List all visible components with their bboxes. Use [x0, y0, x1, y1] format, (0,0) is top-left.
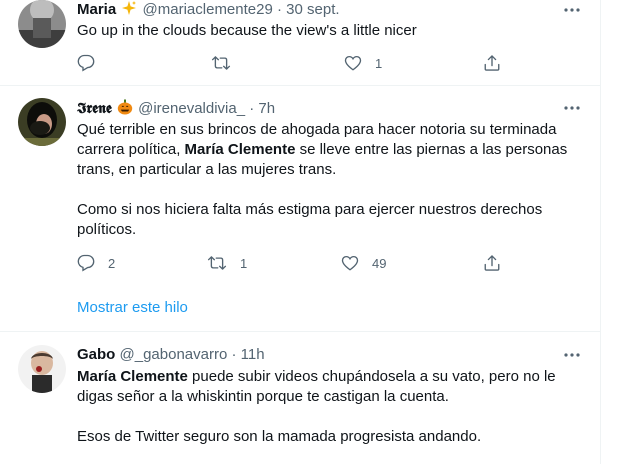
share-icon: [483, 54, 501, 72]
reply-icon: [77, 254, 95, 272]
tweet-text: Go up in the clouds because the view's a…: [77, 22, 417, 39]
like-count: 49: [372, 255, 387, 271]
tweet-actions: 1: [77, 53, 507, 73]
heart-icon: [341, 254, 359, 272]
avatar-irene[interactable]: [18, 98, 66, 146]
like-button[interactable]: 1: [344, 53, 382, 73]
sparkles-icon: [120, 0, 138, 20]
display-name[interactable]: 𝕴𝖗𝖊𝖓𝖊: [77, 99, 112, 117]
reply-button[interactable]: 2: [77, 253, 115, 273]
tweet-divider: [0, 85, 600, 86]
mention-bold: María Clemente: [77, 368, 188, 385]
like-button[interactable]: 49: [341, 253, 386, 273]
jack-o-lantern-icon: [116, 99, 134, 119]
timestamp[interactable]: 30 sept.: [286, 1, 339, 18]
share-button[interactable]: [483, 53, 501, 73]
separator-dot: ·: [249, 100, 255, 117]
separator-dot: ·: [277, 1, 282, 18]
tweet-divider: [0, 331, 600, 332]
tweet-text-paragraph-1: Qué terrible en sus brincos de ahogada p…: [77, 120, 577, 180]
display-name[interactable]: Gabo: [77, 346, 115, 363]
tweet-header: Gabo @_gabonavarro · 11h: [77, 345, 265, 365]
reply-icon: [77, 54, 95, 72]
share-button[interactable]: [483, 253, 501, 273]
timestamp[interactable]: 11h: [241, 346, 265, 363]
tweet-header: Maria @mariaclemente29 · 30 sept.: [77, 0, 340, 20]
sidebar-gutter: [601, 0, 637, 464]
tweet-text-paragraph-2: Esos de Twitter seguro son la mamada pro…: [77, 428, 482, 445]
tweet-actions: 2 1 49: [77, 253, 507, 273]
like-count: 1: [375, 55, 383, 71]
timestamp[interactable]: 7h: [258, 100, 275, 117]
more-icon[interactable]: [561, 98, 583, 118]
tweet-text-paragraph-2: Como si nos hiciera falta más estigma pa…: [77, 201, 543, 238]
retweet-icon: [207, 254, 227, 272]
user-handle[interactable]: @mariaclemente29: [143, 1, 273, 18]
user-handle[interactable]: @irenevaldivia_: [138, 100, 245, 117]
retweet-count: 1: [240, 255, 248, 271]
display-name[interactable]: Maria: [77, 1, 116, 18]
tweet-header: 𝕴𝖗𝖊𝖓𝖊 @irenevaldivia_ · 7h: [77, 98, 275, 118]
retweet-button[interactable]: 1: [207, 253, 247, 273]
avatar-maria[interactable]: [18, 0, 66, 48]
tweet-text-paragraph-1: María Clemente puede subir videos chupán…: [77, 367, 577, 407]
show-thread-link[interactable]: Mostrar este hilo: [77, 298, 188, 318]
mention-bold: María Clemente: [184, 141, 296, 158]
retweet-button[interactable]: [211, 53, 244, 73]
reply-button[interactable]: [77, 53, 108, 73]
heart-icon: [344, 54, 362, 72]
timeline: Maria @mariaclemente29 · 30 sept. Go up …: [0, 0, 601, 464]
user-handle[interactable]: @_gabonavarro: [120, 346, 228, 363]
more-icon[interactable]: [561, 0, 583, 20]
separator-dot: ·: [231, 346, 237, 363]
reply-count: 2: [108, 255, 116, 271]
retweet-icon: [211, 54, 231, 72]
more-icon[interactable]: [561, 345, 583, 365]
share-icon: [483, 254, 501, 272]
avatar-gabo[interactable]: [18, 345, 66, 393]
